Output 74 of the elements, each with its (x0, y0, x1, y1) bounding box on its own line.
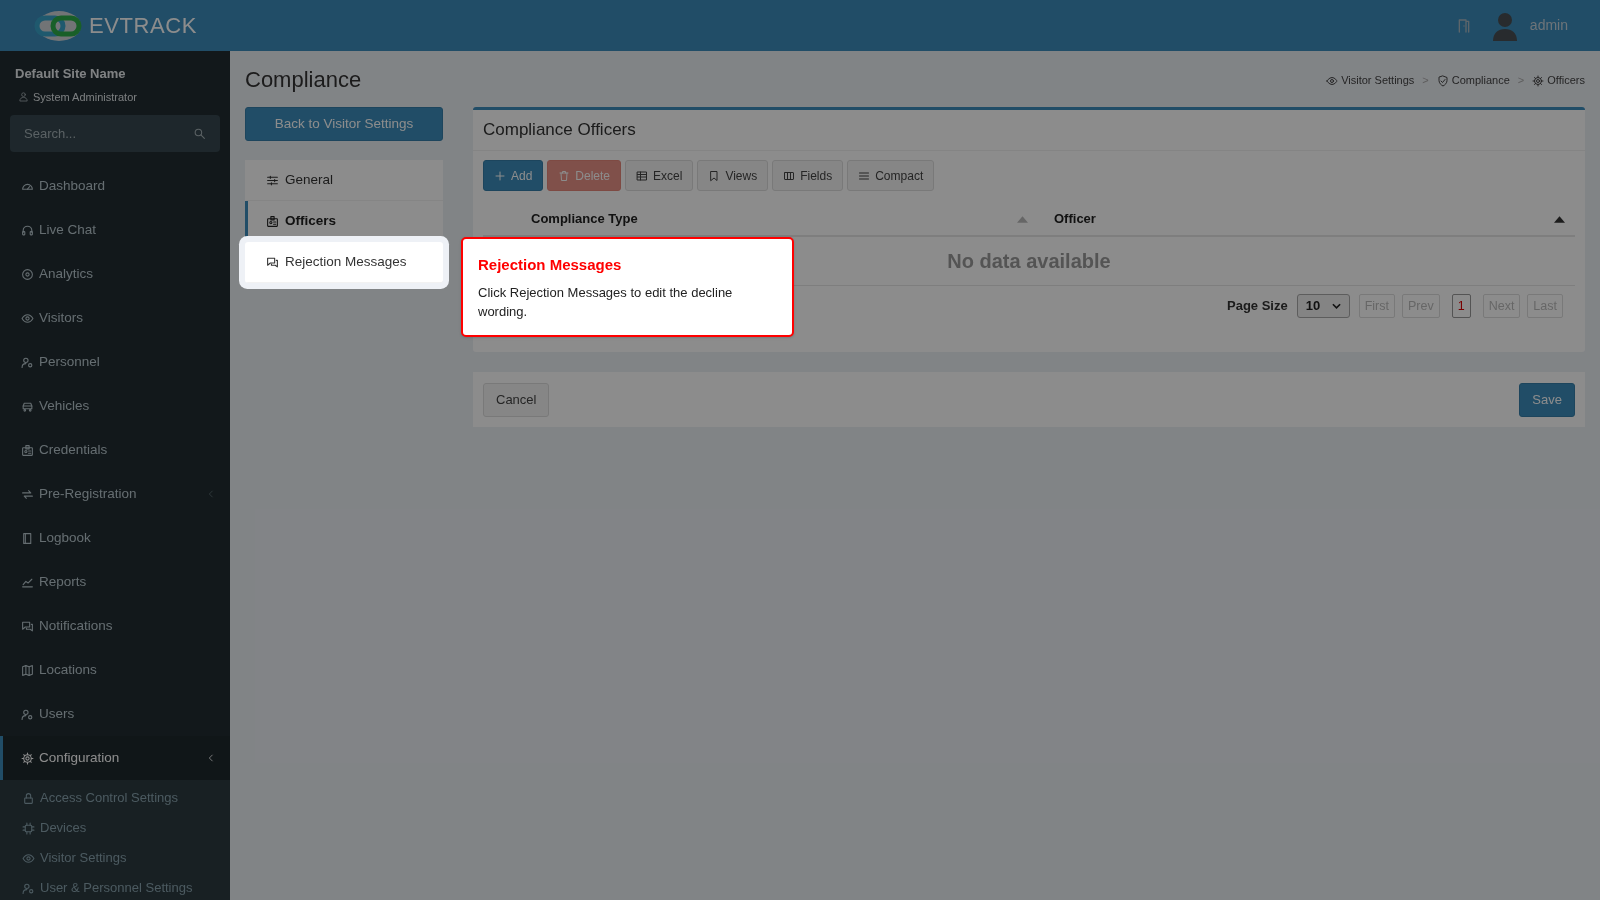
sidebar-item[interactable]: Personnel (0, 340, 230, 384)
lock-icon (22, 791, 35, 805)
user-icon (18, 91, 29, 103)
submenu-item[interactable]: Visitor Settings (0, 843, 230, 873)
toolbar-button[interactable]: Compact (847, 160, 935, 191)
sort-arrow-icon[interactable] (1554, 215, 1565, 223)
chip-icon (22, 821, 35, 835)
eye-icon (22, 851, 35, 865)
breadcrumb-link[interactable]: Officers (1547, 72, 1585, 89)
toolbar-button[interactable]: Views (697, 160, 769, 191)
user-role: System Administrator (33, 89, 137, 105)
pagination-button[interactable]: 1 (1451, 294, 1471, 318)
headset-icon (21, 223, 34, 237)
target-icon (21, 267, 34, 281)
back-button[interactable]: Back to Visitor Settings (245, 107, 443, 141)
sidebar-item[interactable]: Live Chat (0, 208, 230, 252)
sidebar-item[interactable]: Pre-Registration (0, 472, 230, 516)
sidebar-item[interactable]: Credentials (0, 428, 230, 472)
breadcrumb-link[interactable]: Compliance (1451, 72, 1510, 89)
sidebar-item[interactable]: Locations (0, 648, 230, 692)
page-title: Compliance (245, 65, 362, 94)
eye-icon (1326, 74, 1339, 87)
bookmark-icon (708, 169, 721, 182)
breadcrumb-separator: > (1422, 73, 1429, 89)
empty-message: No data available (947, 249, 1111, 274)
eye-icon (21, 311, 34, 325)
map-icon (21, 663, 34, 677)
panel-title: Compliance Officers (483, 119, 636, 142)
table-icon (636, 169, 649, 182)
id-card-icon (266, 214, 279, 228)
popover-text: Click Rejection Messages to edit the decline wording. (478, 283, 734, 321)
user-name[interactable]: admin (1529, 15, 1568, 36)
settings-nav-item[interactable]: General (245, 160, 443, 201)
submenu-item[interactable]: Access Control Settings (0, 783, 230, 813)
toolbar-button[interactable]: Excel (625, 160, 694, 191)
toolbar-button[interactable]: Add (483, 160, 544, 191)
chat-icon (266, 255, 279, 269)
save-button[interactable]: Save (1519, 382, 1575, 417)
shield-icon (1436, 74, 1449, 87)
sliders-icon (266, 173, 279, 187)
sidebar-item[interactable]: Notifications (0, 604, 230, 648)
sidebar-item[interactable]: Reports (0, 560, 230, 604)
sidebar-item[interactable]: Analytics (0, 252, 230, 296)
id-card-icon (21, 443, 34, 457)
logo-wordmark: EVTRACK (89, 12, 197, 40)
submenu-item[interactable]: Devices (0, 813, 230, 843)
search-icon (193, 127, 206, 140)
breadcrumb-separator: > (1517, 73, 1525, 89)
gear-icon (1532, 74, 1545, 87)
site-name: Default Site Name (15, 65, 127, 83)
sidebar-item[interactable]: Dashboard (0, 164, 230, 208)
toolbar-button[interactable]: Fields (772, 160, 844, 191)
caret-icon[interactable] (1331, 303, 1341, 309)
breadcrumb-link[interactable]: Visitor Settings (1341, 72, 1415, 89)
sidebar-item[interactable]: Logbook (0, 516, 230, 560)
sidebar-item[interactable]: Visitors (0, 296, 230, 340)
page-size-select[interactable]: 10 (1296, 294, 1350, 318)
book-icon (21, 531, 34, 545)
avatar-icon[interactable] (1491, 10, 1518, 41)
sidebar-item[interactable]: Users (0, 692, 230, 736)
column-header[interactable]: Officer (1054, 209, 1096, 229)
columns-icon (783, 169, 796, 182)
submenu-item[interactable]: User & Personnel Settings (0, 873, 230, 900)
gear-icon (21, 751, 34, 765)
cancel-button[interactable]: Cancel (483, 382, 550, 417)
plus-icon (494, 169, 506, 182)
chat-icon (21, 619, 34, 633)
page-size-label: Page Size (1227, 297, 1288, 316)
column-header[interactable]: Compliance Type (531, 209, 638, 229)
arrows-icon (21, 487, 34, 501)
search-field[interactable]: Search... (10, 115, 220, 152)
popover-title: Rejection Messages (478, 255, 623, 275)
list-icon (858, 169, 871, 182)
sidebar-item[interactable]: Vehicles (0, 384, 230, 428)
